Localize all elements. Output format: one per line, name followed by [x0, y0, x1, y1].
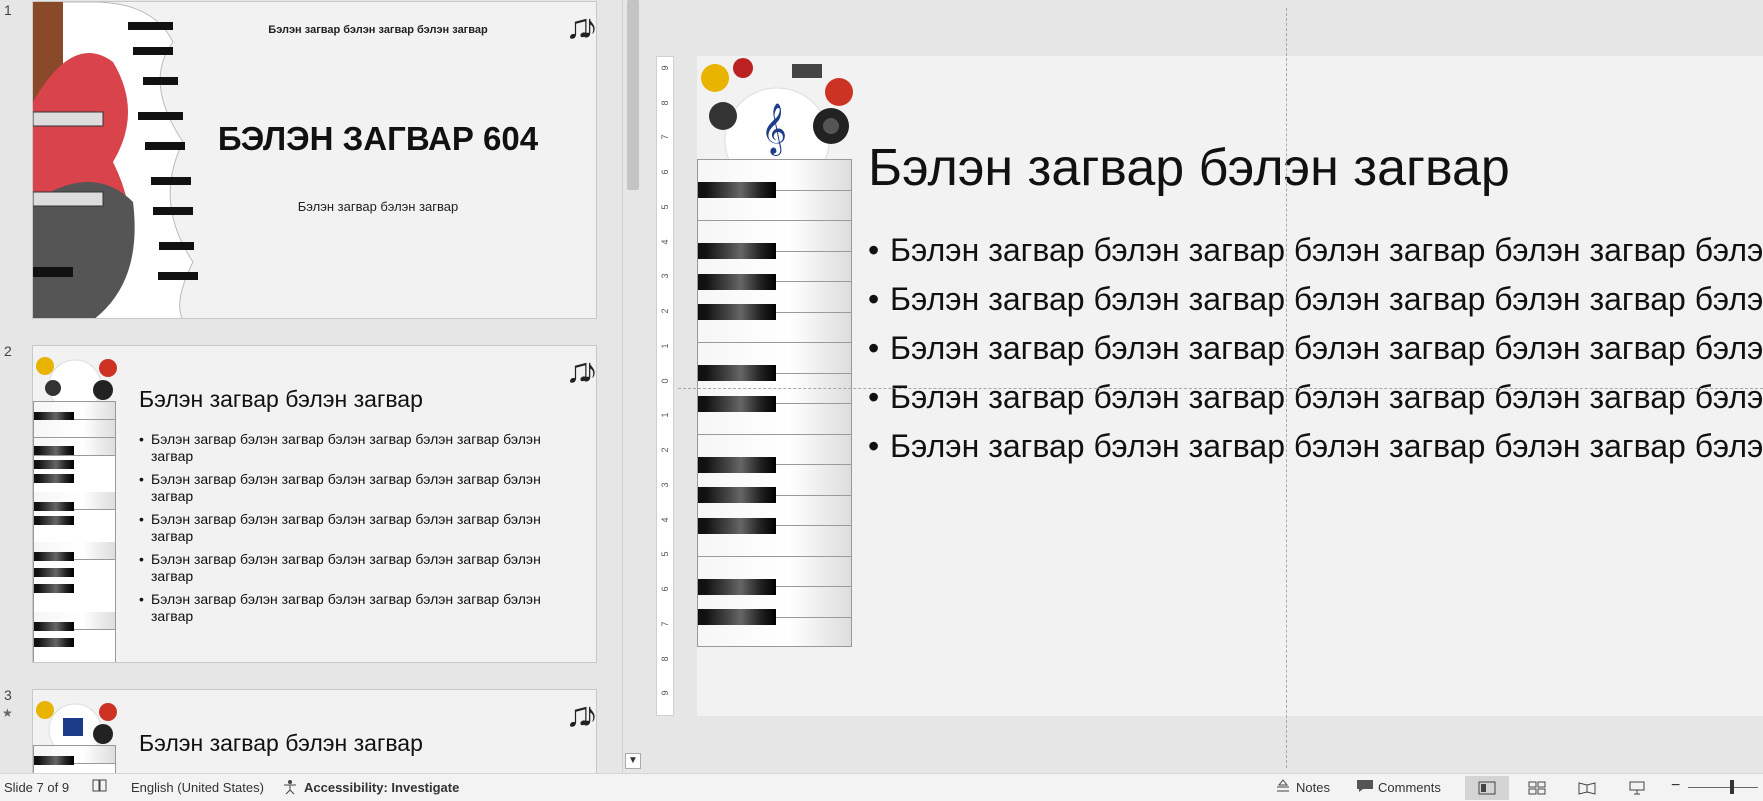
music-notes-icon: ♫♪ — [565, 352, 597, 390]
slide-content-placeholder[interactable]: Бэлэн загвар бэлэн загвар бэлэн загвар б… — [868, 232, 1763, 477]
slide-bullet: • Бэлэн загвар бэлэн загвар бэлэн загвар … — [139, 591, 541, 624]
notes-icon[interactable] — [1275, 779, 1291, 796]
ruler-tick-label: 2 — [660, 447, 670, 453]
piano-black-key — [698, 578, 776, 595]
slide-bullet: • Бэлэн загвар бэлэн загвар бэлэн загвар … — [139, 511, 541, 544]
horizontal-guide[interactable] — [678, 388, 1763, 389]
slide-sorter-icon[interactable] — [1515, 776, 1559, 800]
current-slide-canvas[interactable]: 𝄞 Бэлэн загвар бэлэн загвар Бэлэн загвар… — [697, 56, 1763, 716]
ruler-tick-label: 4 — [660, 239, 670, 245]
zoom-slider-thumb[interactable] — [1730, 780, 1734, 794]
slide-number: 3 — [4, 687, 12, 703]
ruler-tick-label: 3 — [660, 482, 670, 488]
piano-black-key — [698, 517, 776, 534]
ruler-tick-label: 7 — [660, 621, 670, 627]
scrollbar-thumb[interactable] — [627, 0, 639, 190]
piano-black-key — [698, 243, 776, 259]
powerpoint-window: 1 Бэлэн загвар бэлэн загвар бэлэн загвар… — [0, 0, 1763, 801]
slide-number: 2 — [4, 343, 12, 359]
slide-title: БЭЛЭН ЗАГВАР 604 — [217, 120, 539, 157]
piano-black-key — [698, 304, 776, 320]
music-notes-icon: ♫♪ — [565, 696, 597, 734]
scroll-down-arrow-icon[interactable]: ▼ — [625, 753, 641, 769]
music-notes-icon: ♫♪ — [565, 8, 597, 46]
slide-subtitle: Бэлэн загвар бэлэн загвар — [297, 199, 459, 214]
ruler-tick-label: 6 — [660, 586, 670, 592]
comments-button[interactable]: Comments — [1378, 780, 1441, 795]
slide-bullet: • Бэлэн загвар бэлэн загвар бэлэн загвар … — [139, 551, 541, 584]
slide-bullet: • Бэлэн загвар бэлэн загвар бэлэн загвар … — [139, 471, 541, 504]
music-collage-image — [33, 346, 118, 404]
vertical-ruler: 9 8 7 6 5 4 3 2 1 0 1 2 3 4 5 6 7 8 9 — [656, 56, 674, 716]
slide-editing-area[interactable]: 9876543210123456789 𝄞 Бэлэн загвар бэлэн — [648, 0, 1763, 773]
piano-black-key — [698, 273, 776, 290]
ruler-tick-label: 7 — [660, 134, 670, 140]
piano-black-key — [698, 365, 776, 381]
slide-thumbnail-2[interactable]: Бэлэн загвар бэлэн загвар • Бэлэн загвар … — [32, 345, 597, 663]
normal-view-icon[interactable] — [1465, 776, 1509, 800]
piano-black-key — [698, 182, 776, 198]
treble-clef-icon: 𝄞 — [761, 104, 788, 153]
slide-counter: Slide 7 of 9 — [4, 780, 70, 795]
thumbnail-scrollbar[interactable]: ▼ — [622, 0, 644, 773]
slide-bullet: Бэлэн загвар бэлэн загвар бэлэн загвар б… — [868, 330, 1763, 367]
slideshow-icon[interactable] — [1615, 776, 1659, 800]
ruler-tick-label: 8 — [660, 656, 670, 662]
music-collage-image: 𝄞 — [697, 56, 857, 168]
slide-top-text: Бэлэн загвар бэлэн загвар бэлэн загвар — [268, 24, 488, 36]
notes-button[interactable]: Notes — [1296, 780, 1330, 795]
animation-star-icon: ★ — [2, 706, 13, 720]
accessibility-icon[interactable] — [282, 779, 300, 798]
piano-black-key — [698, 456, 776, 473]
piano-keys-image — [33, 745, 116, 773]
slide-bullet: • Бэлэн загвар бэлэн загвар бэлэн загвар … — [139, 431, 541, 464]
ruler-tick-label: 1 — [660, 343, 670, 349]
zoom-out-icon[interactable]: − — [1671, 777, 1680, 795]
piano-keys-image — [697, 159, 852, 647]
reading-view-icon[interactable] — [1565, 776, 1609, 800]
slide-title: Бэлэн загвар бэлэн загвар — [139, 386, 423, 412]
piano-black-key — [698, 487, 776, 503]
slide-thumbnail-3[interactable]: Бэлэн загвар бэлэн загвар ♫♪ — [32, 689, 597, 773]
ruler-tick-label: 5 — [660, 551, 670, 557]
music-collage-image — [33, 690, 118, 748]
ruler-tick-label: 9 — [660, 690, 670, 696]
ruler-tick-label: 2 — [660, 308, 670, 314]
piano-black-key — [698, 609, 776, 625]
ruler-tick-label: 3 — [660, 273, 670, 279]
slide-thumbnail-1[interactable]: Бэлэн загвар бэлэн загвар бэлэн загвар Б… — [32, 1, 597, 319]
piano-keys-image — [33, 401, 116, 662]
language-button[interactable]: English (United States) — [131, 780, 264, 795]
status-bar: Slide 7 of 9 English (United States) Acc… — [0, 773, 1763, 801]
zoom-slider[interactable] — [1688, 787, 1758, 788]
spellcheck-icon[interactable] — [92, 778, 108, 797]
slide-bullet: Бэлэн загвар бэлэн загвар бэлэн загвар б… — [868, 281, 1763, 318]
piano-black-key — [698, 395, 776, 412]
comments-icon[interactable] — [1356, 779, 1374, 796]
ruler-tick-label: 1 — [660, 412, 670, 418]
ruler-tick-label: 8 — [660, 100, 670, 106]
ruler-tick-label: 5 — [660, 204, 670, 210]
ruler-tick-label: 6 — [660, 169, 670, 175]
slide-bullet: Бэлэн загвар бэлэн загвар бэлэн загвар б… — [868, 379, 1763, 416]
slide-bullet: Бэлэн загвар бэлэн загвар бэлэн загвар б… — [868, 232, 1763, 269]
slide-title: Бэлэн загвар бэлэн загвар — [139, 730, 423, 756]
ruler-tick-label: 9 — [660, 65, 670, 71]
accessibility-button[interactable]: Accessibility: Investigate — [304, 780, 459, 795]
ruler-tick-label: 4 — [660, 517, 670, 523]
guitar-piano-art — [33, 2, 203, 318]
slide-thumbnail-pane[interactable]: 1 Бэлэн загвар бэлэн загвар бэлэн загвар… — [0, 0, 620, 773]
ruler-tick-label: 0 — [660, 378, 670, 384]
slide-bullet-list: • Бэлэн загвар бэлэн загвар бэлэн загвар … — [139, 431, 579, 631]
slide-title[interactable]: Бэлэн загвар бэлэн загвар — [868, 138, 1510, 198]
slide-bullet: Бэлэн загвар бэлэн загвар бэлэн загвар б… — [868, 428, 1763, 465]
slide-number: 1 — [4, 2, 12, 18]
